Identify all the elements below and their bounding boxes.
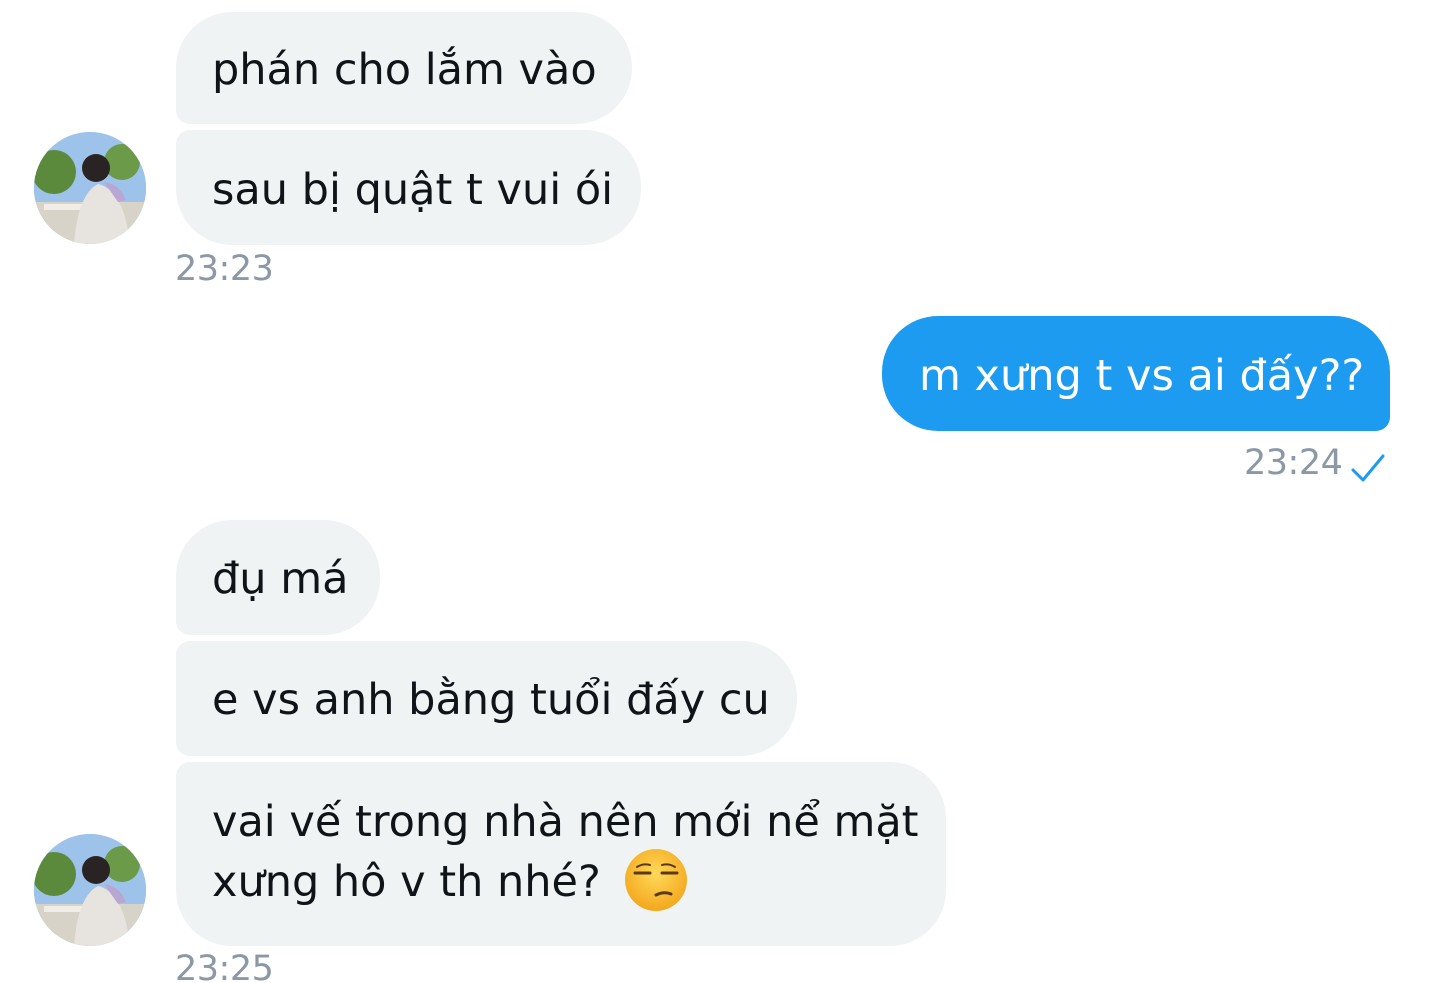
message-text: m xưng t vs ai đấy?? xyxy=(919,351,1365,401)
profile-photo-icon xyxy=(34,834,146,946)
sent-check-icon xyxy=(1351,454,1385,482)
incoming-message-bubble[interactable]: sau bị quật t vui ói xyxy=(176,130,641,245)
conversation-view: phán cho lắm vào sau bị quật t vui ói 23… xyxy=(0,0,1439,983)
incoming-message-bubble[interactable]: vai vế trong nhà nên mới nể mặt xưng hô … xyxy=(176,762,946,946)
message-timestamp: 23:24 xyxy=(1244,443,1343,483)
message-text: sau bị quật t vui ói xyxy=(212,165,614,215)
incoming-message-bubble[interactable]: phán cho lắm vào xyxy=(176,12,632,124)
message-text-line: vai vế trong nhà nên mới nể mặt xyxy=(212,797,919,847)
message-text-line-with-emoji: xưng hô v th nhé? xyxy=(212,848,910,913)
message-timestamp: 23:23 xyxy=(175,249,274,289)
message-text-line: xưng hô v th nhé? xyxy=(212,857,601,907)
message-text: e vs anh bằng tuổi đấy cu xyxy=(212,675,770,725)
incoming-message-bubble[interactable]: đụ má xyxy=(176,520,380,635)
message-timestamp: 23:25 xyxy=(175,949,274,983)
avatar[interactable] xyxy=(34,834,146,946)
profile-photo-icon xyxy=(34,132,146,244)
incoming-message-bubble[interactable]: e vs anh bằng tuổi đấy cu xyxy=(176,641,797,756)
outgoing-message-bubble[interactable]: m xưng t vs ai đấy?? xyxy=(882,316,1390,431)
unamused-face-emoji xyxy=(624,848,687,911)
message-text: phán cho lắm vào xyxy=(212,45,597,95)
avatar[interactable] xyxy=(34,132,146,244)
message-text: đụ má xyxy=(212,554,349,604)
